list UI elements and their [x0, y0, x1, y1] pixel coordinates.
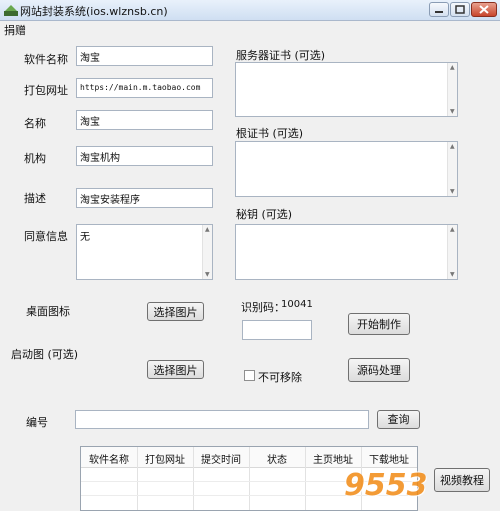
software-name-field[interactable]: 淘宝 [76, 46, 213, 66]
column-header[interactable]: 打包网址 [137, 451, 193, 466]
column-header[interactable]: 下载地址 [361, 451, 417, 466]
column-header[interactable]: 提交时间 [193, 451, 249, 466]
close-button[interactable] [471, 2, 497, 17]
id-code-input[interactable] [242, 320, 312, 340]
launch-image-label: 启动图 (可选) [11, 348, 79, 361]
id-code-value: 10041 [281, 299, 313, 310]
secret-key-label: 秘钥 (可选) [236, 208, 293, 221]
number-label: 编号 [26, 416, 48, 429]
query-button[interactable]: 查询 [377, 410, 420, 429]
consent-textarea[interactable]: 无 ▲ ▼ [76, 224, 213, 280]
select-launch-image-button[interactable]: 选择图片 [147, 360, 204, 379]
source-process-button[interactable]: 源码处理 [348, 358, 410, 382]
maximize-button[interactable] [450, 2, 470, 17]
name-label: 名称 [24, 117, 46, 130]
select-desktop-icon-button[interactable]: 选择图片 [147, 302, 204, 321]
consent-text: 无 [80, 232, 90, 243]
server-cert-scrollbar[interactable]: ▲ ▼ [447, 63, 457, 116]
secret-key-textarea[interactable]: ▲ ▼ [235, 224, 458, 280]
name-field[interactable]: 淘宝 [76, 110, 213, 130]
desktop-icon-label: 桌面图标 [26, 305, 70, 318]
secret-key-scrollbar[interactable]: ▲ ▼ [447, 225, 457, 279]
org-label: 机构 [24, 152, 46, 165]
column-divider [249, 447, 250, 510]
menu-bar: 捐赠 [0, 21, 500, 37]
desc-label: 描述 [24, 192, 46, 205]
column-header[interactable]: 软件名称 [81, 451, 137, 466]
pack-url-label: 打包网址 [24, 84, 68, 97]
root-cert-textarea[interactable]: ▲ ▼ [235, 141, 458, 197]
minimize-button[interactable] [429, 2, 449, 17]
id-code-label: 识别码： [241, 301, 285, 314]
app-icon [4, 5, 18, 16]
video-tutorial-button[interactable]: 视频教程 [434, 468, 490, 492]
title-bar: 网站封装系统(ios.wlznsb.cn) [0, 0, 500, 21]
non-removable-checkbox[interactable] [244, 370, 255, 381]
root-cert-label: 根证书 (可选) [236, 127, 304, 140]
column-header[interactable]: 状态 [249, 451, 305, 466]
column-divider [193, 447, 194, 510]
consent-scrollbar[interactable]: ▲ ▼ [202, 225, 212, 279]
watermark-logo: 9553 [344, 468, 428, 503]
start-build-button[interactable]: 开始制作 [348, 313, 410, 335]
server-cert-textarea[interactable]: ▲ ▼ [235, 62, 458, 117]
non-removable-label: 不可移除 [258, 371, 302, 384]
org-field[interactable]: 淘宝机构 [76, 146, 213, 166]
server-cert-label: 服务器证书 (可选) [236, 49, 326, 62]
menu-donate[interactable]: 捐赠 [4, 22, 26, 38]
column-divider [305, 447, 306, 510]
pack-url-field[interactable]: https://main.m.taobao.com [76, 78, 213, 98]
software-name-label: 软件名称 [24, 53, 68, 66]
consent-label: 同意信息 [24, 230, 68, 243]
number-search-input[interactable] [75, 410, 369, 429]
column-header[interactable]: 主页地址 [305, 451, 361, 466]
window-title: 网站封装系统(ios.wlznsb.cn) [20, 5, 168, 18]
desc-field[interactable]: 淘宝安装程序 [76, 188, 213, 208]
root-cert-scrollbar[interactable]: ▲ ▼ [447, 142, 457, 196]
column-divider [137, 447, 138, 510]
